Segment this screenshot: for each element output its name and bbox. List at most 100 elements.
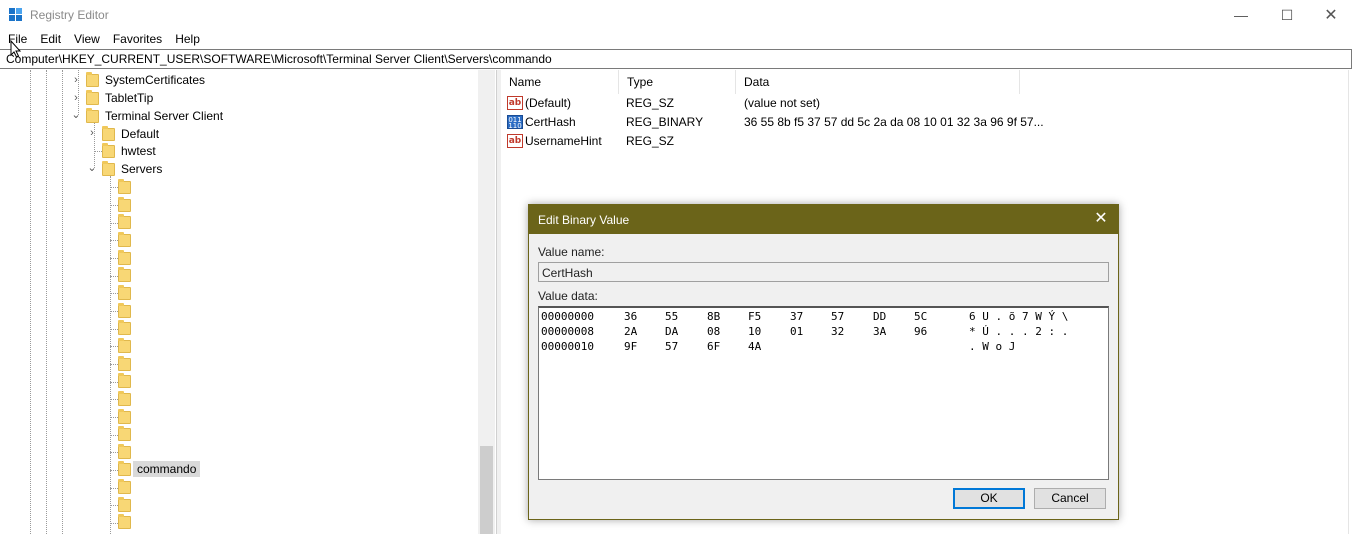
tree-scrollbar[interactable] [478,70,495,534]
value-data-hex-editor[interactable]: 00000000 36 55 8B F5 37 57 DD 5C 6 U . õ… [538,306,1109,480]
folder-icon [118,461,131,476]
column-header-name[interactable]: Name [501,70,619,94]
hex-byte: 08 [707,325,721,338]
chevron-right-icon[interactable]: › [87,127,97,139]
folder-icon [86,72,99,87]
hex-byte: 9F [624,340,638,353]
folder-icon[interactable] [118,409,131,424]
value-name: (Default) [525,96,572,110]
hex-byte: 57 [831,310,845,323]
value-type: REG_SZ [626,134,675,148]
folder-icon[interactable] [118,303,131,318]
menu-help[interactable]: Help [169,30,206,48]
folder-open-icon [102,161,115,176]
folder-icon[interactable] [118,338,131,353]
hex-byte: 01 [790,325,804,338]
close-button[interactable]: ✕ [1308,0,1354,30]
folder-icon[interactable] [118,250,131,265]
list-row[interactable]: 011 110 CertHash REG_BINARY 36 55 8b f5 3… [501,113,1358,132]
tree-node-servers[interactable]: Servers [121,161,162,177]
window-title: Registry Editor [30,8,109,22]
folder-icon[interactable] [118,444,131,459]
list-row[interactable]: ab (Default) REG_SZ (value not set) [501,94,1358,113]
cancel-button[interactable]: Cancel [1034,488,1106,509]
binary-value-icon: 011 110 [507,115,523,130]
value-name-text: CertHash [542,266,593,280]
hex-byte: 36 [624,310,638,323]
dialog-title: Edit Binary Value [538,213,630,227]
hex-byte: DD [873,310,887,323]
hex-byte: 10 [748,325,762,338]
folder-icon[interactable] [118,479,131,494]
tree-node-systemcertificates[interactable]: SystemCertificates [105,72,205,88]
folder-icon [102,126,115,141]
hex-byte: 37 [790,310,804,323]
address-path: Computer\HKEY_CURRENT_USER\SOFTWARE\Micr… [6,52,552,66]
tree-scrollbar-thumb[interactable] [480,446,493,534]
column-header-type[interactable]: Type [619,70,736,94]
key-tree-pane[interactable]: › SystemCertificates › TabletTip ⌄ Termi… [0,70,497,534]
dialog-close-button[interactable]: ✕ [1089,208,1113,230]
hex-byte: F5 [748,310,762,323]
folder-icon[interactable] [118,197,131,212]
hex-byte: 2A [624,325,638,338]
value-type: REG_BINARY [626,115,704,129]
string-value-icon: ab [507,96,523,110]
chevron-down-icon[interactable]: ⌄ [71,109,81,121]
title-bar: Registry Editor — ☐ ✕ [0,0,1358,30]
folder-icon[interactable] [118,373,131,388]
folder-icon [102,143,115,158]
hex-byte: 55 [665,310,679,323]
folder-icon[interactable] [118,514,131,529]
value-name-field: CertHash [538,262,1109,282]
tree-node-hwtest[interactable]: hwtest [121,143,156,159]
menu-bar: File Edit View Favorites Help [0,30,207,48]
folder-icon[interactable] [118,426,131,441]
chevron-down-icon[interactable]: ⌄ [87,162,97,174]
hex-byte: 5C [914,310,928,323]
tree-node-default[interactable]: Default [121,126,159,142]
folder-icon[interactable] [118,320,131,335]
folder-icon[interactable] [118,497,131,512]
chevron-right-icon[interactable]: › [71,74,81,86]
value-data-label: Value data: [538,289,598,303]
ok-button[interactable]: OK [953,488,1025,509]
list-scrollbar[interactable] [1348,70,1358,534]
minimize-button[interactable]: — [1218,0,1264,30]
folder-icon[interactable] [118,267,131,282]
hex-byte: 8B [707,310,721,323]
hex-offset: 00000008 [541,325,594,338]
folder-open-icon [86,108,99,123]
hex-offset: 00000000 [541,310,594,323]
tree-node-tablettip[interactable]: TabletTip [105,90,153,106]
address-bar[interactable]: Computer\HKEY_CURRENT_USER\SOFTWARE\Micr… [0,49,1352,69]
folder-icon[interactable] [118,232,131,247]
menu-edit[interactable]: Edit [34,30,67,48]
dialog-title-bar[interactable]: Edit Binary Value ✕ [529,205,1118,234]
hex-byte: 4A [748,340,762,353]
column-header-data[interactable]: Data [736,70,1020,94]
hex-byte: 57 [665,340,679,353]
folder-icon[interactable] [118,391,131,406]
value-name: UsernameHint [525,134,602,148]
chevron-right-icon[interactable]: › [71,92,81,104]
string-value-icon: ab [507,134,523,148]
value-name-label: Value name: [538,245,605,259]
list-header: Name Type Data [501,70,1358,94]
tree-node-terminal-server-client[interactable]: Terminal Server Client [105,108,223,124]
hex-offset: 00000010 [541,340,594,353]
folder-icon[interactable] [118,214,131,229]
mouse-cursor-icon [10,40,22,58]
menu-view[interactable]: View [68,30,106,48]
list-row[interactable]: ab UsernameHint REG_SZ [501,132,1358,151]
menu-favorites[interactable]: Favorites [107,30,168,48]
tree-node-commando[interactable]: commando [133,461,201,477]
registry-editor-icon [9,8,23,22]
maximize-button[interactable]: ☐ [1264,0,1310,30]
value-type: REG_SZ [626,96,675,110]
folder-icon[interactable] [118,285,131,300]
hex-byte: 32 [831,325,845,338]
folder-icon[interactable] [118,179,131,194]
value-name: CertHash [525,115,576,129]
folder-icon[interactable] [118,356,131,371]
